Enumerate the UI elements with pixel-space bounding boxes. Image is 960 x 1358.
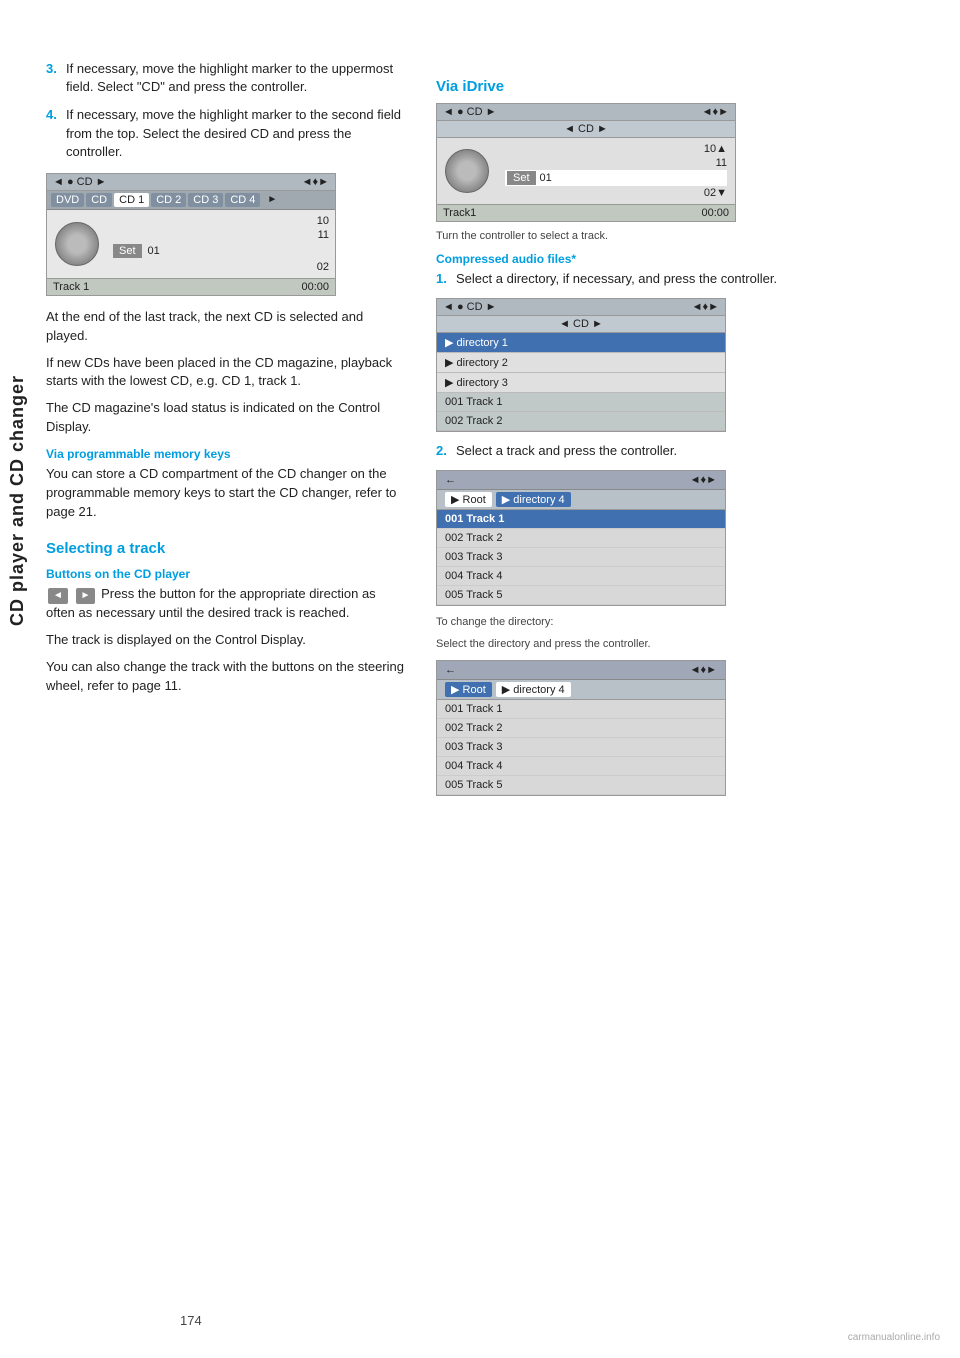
cd-screen-left: ◄ ● CD ► ◄♦► DVD CD CD 1 CD 2 CD 3 CD 4 …	[46, 173, 336, 296]
cd-tabs: DVD CD CD 1 CD 2 CD 3 CD 4 ►	[47, 191, 335, 210]
cd-footer: Track 1 00:00	[47, 278, 335, 295]
idrive-screen: ◄ ● CD ► ◄♦► ◄ CD ► 10▲ 11 Set 01 02▼	[436, 103, 736, 222]
track-row2-003: 003 Track 3	[437, 738, 725, 757]
track-row-002: 002 Track 2	[437, 529, 725, 548]
next-track-icon: ►	[76, 588, 96, 605]
disc-graphic	[55, 222, 99, 266]
tab-dvd: DVD	[51, 193, 84, 207]
dir-row-1: ▶ directory 2	[437, 353, 725, 373]
buttons-heading: Buttons on the CD player	[46, 567, 406, 581]
dir-second-bar: ◄ CD ►	[437, 316, 725, 333]
track-10: 10	[113, 214, 329, 228]
track-row-003: 003 Track 3	[437, 548, 725, 567]
dir-row-0: ▶ directory 1	[437, 333, 725, 353]
dir-row-4: 002 Track 2	[437, 412, 725, 431]
step-3: 3. If necessary, move the highlight mark…	[46, 60, 406, 96]
right-column: Via iDrive ◄ ● CD ► ◄♦► ◄ CD ► 10▲ 11 Se…	[426, 60, 876, 806]
track-row2-005: 005 Track 5	[437, 776, 725, 795]
buttons-text-3: You can also change the track with the b…	[46, 658, 406, 696]
body-text-3: The CD magazine's load status is indicat…	[46, 399, 406, 437]
tab-cd: CD	[86, 193, 112, 207]
track-screen-1-header: ← ◄♦►	[437, 471, 725, 490]
body-text-2: If new CDs have been placed in the CD ma…	[46, 354, 406, 392]
track-row2-004: 004 Track 4	[437, 757, 725, 776]
tab-cd3: CD 3	[188, 193, 223, 207]
step-4: 4. If necessary, move the highlight mark…	[46, 106, 406, 161]
idrive-track-01-row: Set 01	[505, 170, 727, 186]
breadcrumb-dir4-2: ▶ directory 4	[496, 682, 571, 697]
idrive-track-11: 11	[505, 156, 727, 170]
idrive-set-label: Set	[507, 171, 536, 185]
buttons-text-1: ◄ ► Press the button for the appropriate…	[46, 585, 406, 623]
turn-text: Turn the controller to select a track.	[436, 230, 866, 242]
step-2-right: 2. Select a track and press the controll…	[436, 442, 866, 460]
page-number: 174	[180, 1313, 202, 1328]
dir-row-2: ▶ directory 3	[437, 373, 725, 393]
idrive-track-10: 10▲	[505, 142, 727, 156]
tab-next-arrow: ►	[262, 193, 282, 206]
track-row2-001: 001 Track 1	[437, 700, 725, 719]
dir-screen: ◄ ● CD ► ◄♦► ◄ CD ► ▶ directory 1 ▶ dire…	[436, 298, 726, 432]
track-screen-1: ← ◄♦► ▶ Root ▶ directory 4 001 Track 1 0…	[436, 470, 726, 606]
dir-row-3: 001 Track 1	[437, 393, 725, 412]
track-row-005: 005 Track 5	[437, 586, 725, 605]
breadcrumb-dir4: ▶ directory 4	[496, 492, 571, 507]
track-02: 02	[113, 260, 329, 274]
via-idrive-heading: Via iDrive	[436, 78, 866, 95]
cd-disc	[47, 210, 107, 278]
tab-cd4: CD 4	[225, 193, 260, 207]
track-11: 11	[113, 228, 329, 242]
buttons-text-2: The track is displayed on the Control Di…	[46, 631, 406, 650]
sidebar-label: CD player and CD changer	[0, 200, 36, 800]
prev-track-icon: ◄	[48, 588, 68, 605]
track-screen-2-header: ← ◄♦►	[437, 661, 725, 680]
idrive-second-bar: ◄ CD ►	[437, 121, 735, 138]
left-column: 3. If necessary, move the highlight mark…	[36, 60, 426, 806]
idrive-disc-graphic	[445, 149, 489, 193]
idrive-footer: Track1 00:00	[437, 204, 735, 221]
dir-top-bar: ◄ ● CD ► ◄♦►	[437, 299, 725, 316]
breadcrumb-root-2: ▶ Root	[445, 682, 492, 697]
tab-cd2: CD 2	[151, 193, 186, 207]
tab-cd1: CD 1	[114, 193, 149, 207]
track-row-004: 004 Track 4	[437, 567, 725, 586]
track-set-01: Set 01	[113, 244, 329, 258]
idrive-disc-area	[437, 138, 497, 204]
compressed-step-1: 1. Select a directory, if necessary, and…	[436, 270, 866, 288]
via-programmable-text: You can store a CD compartment of the CD…	[46, 465, 406, 522]
selecting-track-heading: Selecting a track	[46, 540, 406, 557]
via-programmable-heading: Via programmable memory keys	[46, 447, 406, 461]
track-screen-2: ← ◄♦► ▶ Root ▶ directory 4 001 Track 1 0…	[436, 660, 726, 796]
change-dir-text-1: To change the directory:	[436, 616, 866, 628]
track-row2-002: 002 Track 2	[437, 719, 725, 738]
breadcrumb-root: ▶ Root	[445, 492, 492, 507]
idrive-tracks-area: 10▲ 11 Set 01 02▼	[497, 138, 735, 204]
cd-top-bar: ◄ ● CD ► ◄♦►	[47, 174, 335, 191]
compressed-heading: Compressed audio files*	[436, 252, 866, 266]
track-row-001: 001 Track 1	[437, 510, 725, 529]
watermark: carmanualonline.info	[848, 1332, 940, 1343]
body-text-1: At the end of the last track, the next C…	[46, 308, 406, 346]
set-label: Set	[113, 244, 142, 258]
idrive-top-bar: ◄ ● CD ► ◄♦►	[437, 104, 735, 121]
idrive-track-02: 02▼	[505, 186, 727, 200]
cd-body: 10 11 Set 01 02	[47, 210, 335, 278]
track-screen-1-breadcrumb: ▶ Root ▶ directory 4	[437, 490, 725, 510]
change-dir-text-2: Select the directory and press the contr…	[436, 638, 866, 650]
idrive-body: 10▲ 11 Set 01 02▼	[437, 138, 735, 204]
track-screen-2-breadcrumb: ▶ Root ▶ directory 4	[437, 680, 725, 700]
cd-tracks-list: 10 11 Set 01 02	[107, 210, 335, 278]
